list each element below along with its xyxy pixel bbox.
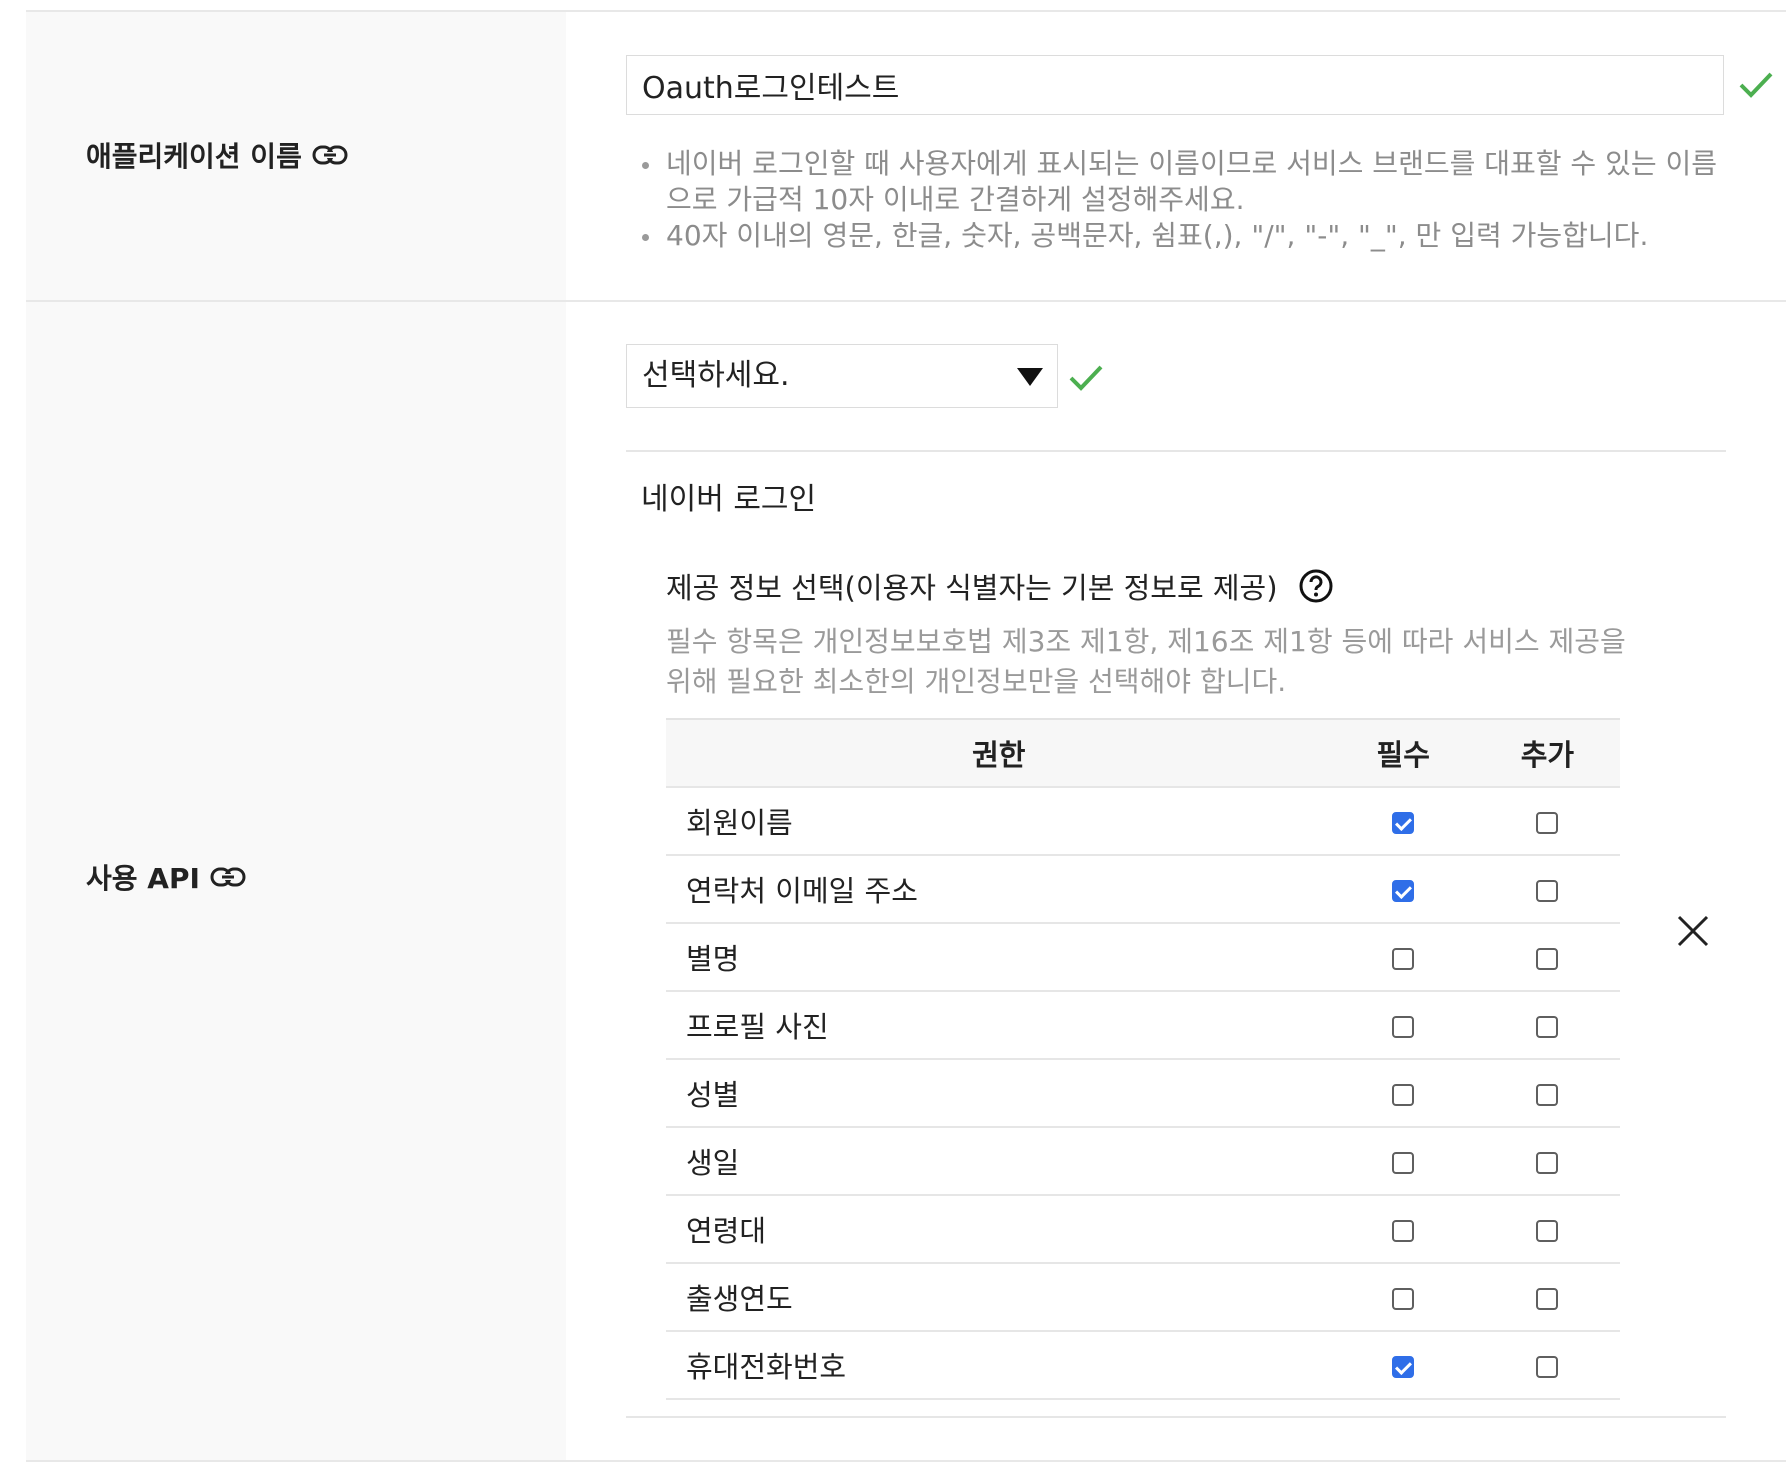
optional-cell bbox=[1474, 1126, 1620, 1195]
required-checkbox[interactable] bbox=[1392, 1084, 1415, 1106]
api-select-value: 선택하세요. bbox=[642, 358, 790, 393]
table-row: 프로필 사진 bbox=[666, 990, 1620, 1059]
optional-checkbox[interactable] bbox=[1536, 1084, 1559, 1106]
permission-name: 성별 bbox=[666, 1058, 1332, 1127]
optional-checkbox[interactable] bbox=[1536, 1356, 1559, 1378]
optional-cell bbox=[1474, 1330, 1620, 1400]
header-optional: 추가 bbox=[1520, 738, 1575, 772]
required-cell bbox=[1331, 1126, 1475, 1195]
hint-item: 네이버 로그인할 때 사용자에게 표시되는 이름이므로 서비스 브랜드를 대표할… bbox=[640, 146, 1720, 218]
permission-name: 출생연도 bbox=[666, 1262, 1332, 1331]
header-required: 필수 bbox=[1376, 738, 1430, 772]
table-row: 생일 bbox=[666, 1126, 1620, 1195]
required-cell bbox=[1331, 786, 1475, 855]
permission-name: 회원이름 bbox=[666, 786, 1332, 855]
link-icon[interactable] bbox=[312, 144, 348, 166]
required-cell bbox=[1331, 1194, 1475, 1263]
optional-cell bbox=[1474, 786, 1620, 855]
table-header-row: 권한 필수 추가 bbox=[666, 719, 1620, 787]
optional-checkbox[interactable] bbox=[1536, 812, 1559, 834]
required-cell bbox=[1331, 1330, 1475, 1400]
api-label-text: 사용 API bbox=[86, 862, 200, 895]
api-select[interactable]: 선택하세요. bbox=[626, 344, 1058, 408]
permission-name: 연락처 이메일 주소 bbox=[666, 854, 1332, 923]
permission-table-body: 회원이름 연락처 이메일 주소 별명 프로필 사진 성별 생일 연령대 출생연도 휴대전화번호 bbox=[666, 786, 1620, 1400]
link-icon[interactable] bbox=[210, 866, 246, 888]
required-cell bbox=[1331, 854, 1475, 923]
api-section-divider bbox=[626, 450, 1726, 452]
app-name-input[interactable] bbox=[626, 55, 1724, 115]
required-cell bbox=[1331, 1058, 1475, 1127]
optional-checkbox[interactable] bbox=[1536, 880, 1559, 902]
info-title-text: 제공 정보 선택(이용자 식별자는 기본 정보로 제공) bbox=[666, 571, 1278, 605]
required-checkbox[interactable] bbox=[1392, 1356, 1415, 1378]
required-checkbox[interactable] bbox=[1392, 1220, 1415, 1242]
permission-name: 연령대 bbox=[666, 1194, 1332, 1263]
optional-cell bbox=[1474, 1058, 1620, 1127]
info-title: 제공 정보 선택(이용자 식별자는 기본 정보로 제공) bbox=[666, 565, 1334, 607]
optional-checkbox[interactable] bbox=[1536, 1016, 1559, 1038]
permission-name: 생일 bbox=[666, 1126, 1332, 1195]
check-icon bbox=[1069, 365, 1103, 391]
required-checkbox[interactable] bbox=[1392, 948, 1415, 970]
api-title: 네이버 로그인 bbox=[641, 482, 817, 517]
permission-name: 프로필 사진 bbox=[666, 990, 1332, 1059]
header-permission: 권한 bbox=[972, 738, 1026, 772]
app-name-hints: 네이버 로그인할 때 사용자에게 표시되는 이름이므로 서비스 브랜드를 대표할… bbox=[640, 146, 1720, 254]
table-row: 연령대 bbox=[666, 1194, 1620, 1263]
required-checkbox[interactable] bbox=[1392, 1288, 1415, 1310]
dropdown-arrow-icon bbox=[1017, 368, 1043, 386]
table-row: 성별 bbox=[666, 1058, 1620, 1127]
required-cell bbox=[1331, 922, 1475, 991]
check-icon bbox=[1739, 72, 1773, 98]
required-cell bbox=[1331, 990, 1475, 1059]
optional-checkbox[interactable] bbox=[1536, 1220, 1559, 1242]
close-icon[interactable] bbox=[1676, 914, 1710, 948]
app-name-label-cell: 애플리케이션 이름 bbox=[26, 12, 566, 302]
app-name-label: 애플리케이션 이름 bbox=[86, 135, 348, 175]
api-label: 사용 API bbox=[86, 857, 246, 897]
app-name-label-text: 애플리케이션 이름 bbox=[86, 140, 302, 173]
optional-checkbox[interactable] bbox=[1536, 1152, 1559, 1174]
info-description: 필수 항목은 개인정보보호법 제3조 제1항, 제16조 제1항 등에 따라 서… bbox=[666, 625, 1626, 698]
required-checkbox[interactable] bbox=[1392, 1152, 1415, 1174]
permission-name: 별명 bbox=[666, 922, 1332, 991]
optional-cell bbox=[1474, 990, 1620, 1059]
table-row: 연락처 이메일 주소 bbox=[666, 854, 1620, 923]
table-row: 출생연도 bbox=[666, 1262, 1620, 1331]
optional-checkbox[interactable] bbox=[1536, 1288, 1559, 1310]
optional-cell bbox=[1474, 1194, 1620, 1263]
required-checkbox[interactable] bbox=[1392, 812, 1415, 834]
question-circle-icon[interactable] bbox=[1298, 568, 1334, 604]
table-row: 휴대전화번호 bbox=[666, 1330, 1620, 1400]
hint-item: 40자 이내의 영문, 한글, 숫자, 공백문자, 쉼표(,), "/", "-… bbox=[640, 218, 1720, 254]
required-checkbox[interactable] bbox=[1392, 1016, 1415, 1038]
optional-cell bbox=[1474, 854, 1620, 923]
application-settings-form: 애플리케이션 이름 네이버 로그인할 때 사용자에게 표시되는 이름이므로 서비… bbox=[0, 0, 1786, 1468]
optional-cell bbox=[1474, 1262, 1620, 1331]
api-label-cell: 사용 API bbox=[26, 302, 566, 1462]
bottom-divider bbox=[26, 1460, 1786, 1462]
optional-cell bbox=[1474, 922, 1620, 991]
optional-checkbox[interactable] bbox=[1536, 948, 1559, 970]
permission-table: 권한 필수 추가 회원이름 연락처 이메일 주소 별명 프로필 사진 성별 생일 연령대 출생… bbox=[666, 718, 1620, 1400]
table-row: 별명 bbox=[666, 922, 1620, 991]
required-cell bbox=[1331, 1262, 1475, 1331]
required-checkbox[interactable] bbox=[1392, 880, 1415, 902]
table-row: 회원이름 bbox=[666, 786, 1620, 855]
api-section-bottom-divider bbox=[626, 1416, 1726, 1418]
permission-name: 휴대전화번호 bbox=[666, 1330, 1332, 1400]
